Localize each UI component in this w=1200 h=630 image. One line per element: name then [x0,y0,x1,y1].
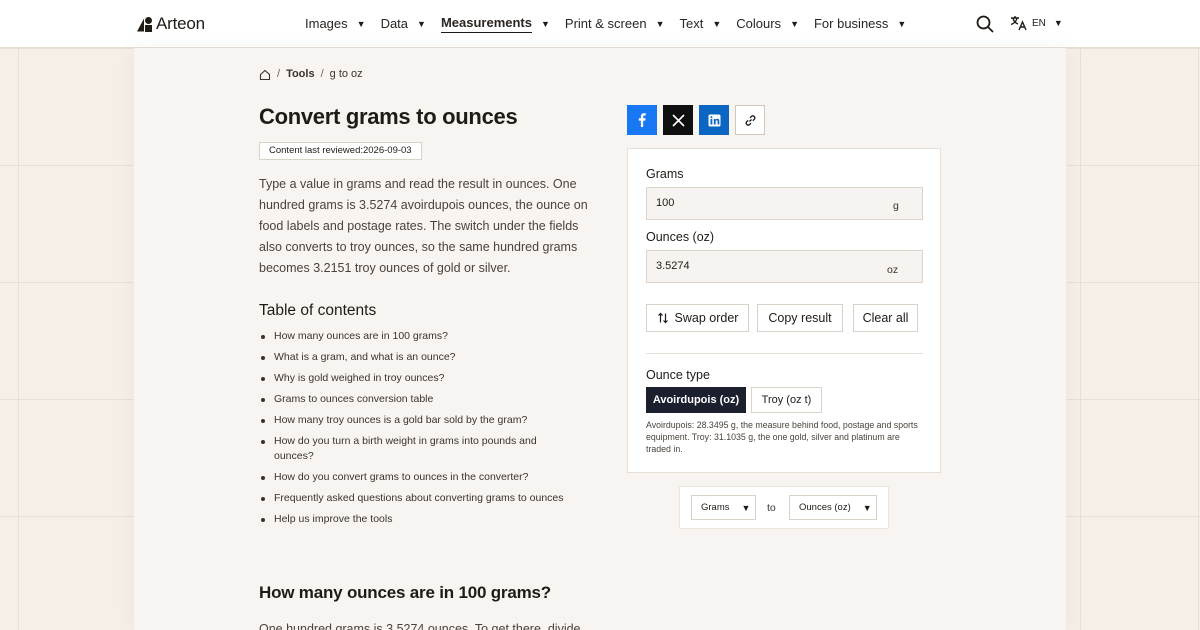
swap-icon [657,312,668,324]
brand-logo[interactable]: Arteon [137,14,205,34]
unit-pair-to: to [767,502,776,514]
nav-data[interactable]: Data ▼ [381,15,426,33]
toc-item[interactable]: How do you convert grams to ounces in th… [259,470,589,485]
nav-measurements[interactable]: Measurements ▼ [440,15,550,33]
copy-link-button[interactable] [735,105,765,135]
ounce-type-note: Avoirdupois: 28.3495 g, the measure behi… [646,420,918,454]
nav-label: For business [813,15,889,31]
copy-result-label: Copy result [768,311,832,325]
divider [646,353,923,354]
share-facebook-button[interactable] [627,105,657,135]
caret-down-icon: ▼ [741,502,751,513]
home-icon[interactable] [259,69,271,80]
nav-label: Data [380,15,409,31]
intro-paragraph: Type a value in grams and read the resul… [259,177,588,275]
grams-input[interactable] [656,197,856,209]
grams-field[interactable]: g [646,187,923,220]
to-unit-select[interactable]: Ounces (oz) ▼ [789,495,877,520]
brand-name: Arteon [156,14,205,33]
caret-down-icon: ▼ [417,19,426,29]
toc-item[interactable]: Grams to ounces conversion table [259,392,589,407]
nav-label: Images [305,15,348,31]
section-paragraph: One hundred grams is 3.5274 ounces. To g… [259,622,581,630]
nav-label: Print & screen [564,15,647,31]
grams-label: Grams [646,167,684,181]
clear-all-label: Clear all [862,311,909,325]
toc-title: Table of contents [259,302,377,319]
caret-down-icon: ▼ [712,19,722,29]
ounces-unit: oz [887,264,899,276]
to-unit-value: Ounces (oz) [799,502,851,513]
ounce-type-label: Ounce type [646,368,710,382]
main-nav: Images ▼ Data ▼ Measurements ▼ Print & s… [305,15,921,33]
toc-item[interactable]: How many ounces are in 100 grams? [259,329,589,344]
swap-order-label: Swap order [674,311,739,325]
brand-mark-icon [137,16,152,32]
translate-icon [1010,16,1027,31]
breadcrumb-tools[interactable]: Tools [286,68,315,80]
toc-item[interactable]: What is a gram, and what is an ounce? [259,350,589,365]
section-heading: How many ounces are in 100 grams? [259,583,551,602]
copy-result-button[interactable]: Copy result [757,304,843,332]
language-selector[interactable]: EN ▼ [1010,15,1063,31]
table-of-contents: How many ounces are in 100 grams? What i… [259,329,589,533]
caret-down-icon: ▼ [790,19,799,29]
language-code: EN [1032,17,1046,29]
ounces-label: Ounces (oz) [646,230,715,244]
share-linkedin-button[interactable] [699,105,729,135]
toc-item[interactable]: Why is gold weighed in troy ounces? [259,371,589,386]
ounces-input[interactable] [656,260,856,272]
swap-order-button[interactable]: Swap order [646,304,749,332]
link-icon [745,114,755,126]
ounce-type-troy[interactable]: Troy (oz t) [751,387,822,413]
toc-item[interactable]: Help us improve the tools [259,512,589,527]
from-unit-select[interactable]: Grams ▼ [691,495,756,520]
nav-colours[interactable]: Colours ▼ [736,15,799,33]
nav-print-screen[interactable]: Print & screen ▼ [565,15,665,33]
toc-item[interactable]: How many troy ounces is a gold bar sold … [259,413,589,428]
caret-down-icon: ▼ [862,502,872,513]
nav-for-business[interactable]: For business ▼ [814,15,906,33]
caret-down-icon: ▼ [655,19,665,29]
search-icon[interactable] [976,15,994,33]
nav-images[interactable]: Images ▼ [305,15,366,33]
clear-all-button[interactable]: Clear all [853,304,918,332]
breadcrumb-current: g to oz [329,68,363,80]
share-bar [627,105,765,135]
nav-text[interactable]: Text ▼ [680,15,722,33]
toc-item[interactable]: Frequently asked questions about convert… [259,491,589,506]
page-title: Convert grams to ounces [259,104,518,129]
caret-down-icon: ▼ [356,19,366,29]
reviewed-badge: Content last reviewed:2026-09-03 [259,142,422,160]
ounces-field[interactable]: oz [646,250,923,283]
linkedin-icon [708,114,720,126]
x-icon [671,113,685,127]
site-header: Arteon Images ▼ Data ▼ Measurements ▼ Pr… [0,0,1200,48]
grams-unit: g [893,200,899,212]
breadcrumb: / Tools / g to oz [259,68,363,80]
from-unit-value: Grams [701,502,730,513]
caret-down-icon: ▼ [897,19,907,29]
toc-item[interactable]: How do you turn a birth weight in grams … [259,434,549,464]
facebook-icon [638,113,646,127]
caret-down-icon: ▼ [541,19,550,29]
nav-label: Colours [736,15,782,31]
share-x-button[interactable] [663,105,693,135]
caret-down-icon: ▼ [1053,18,1063,28]
nav-label: Text [679,15,704,31]
nav-label: Measurements [440,15,532,33]
ounce-type-avoirdupois[interactable]: Avoirdupois (oz) [646,387,746,413]
